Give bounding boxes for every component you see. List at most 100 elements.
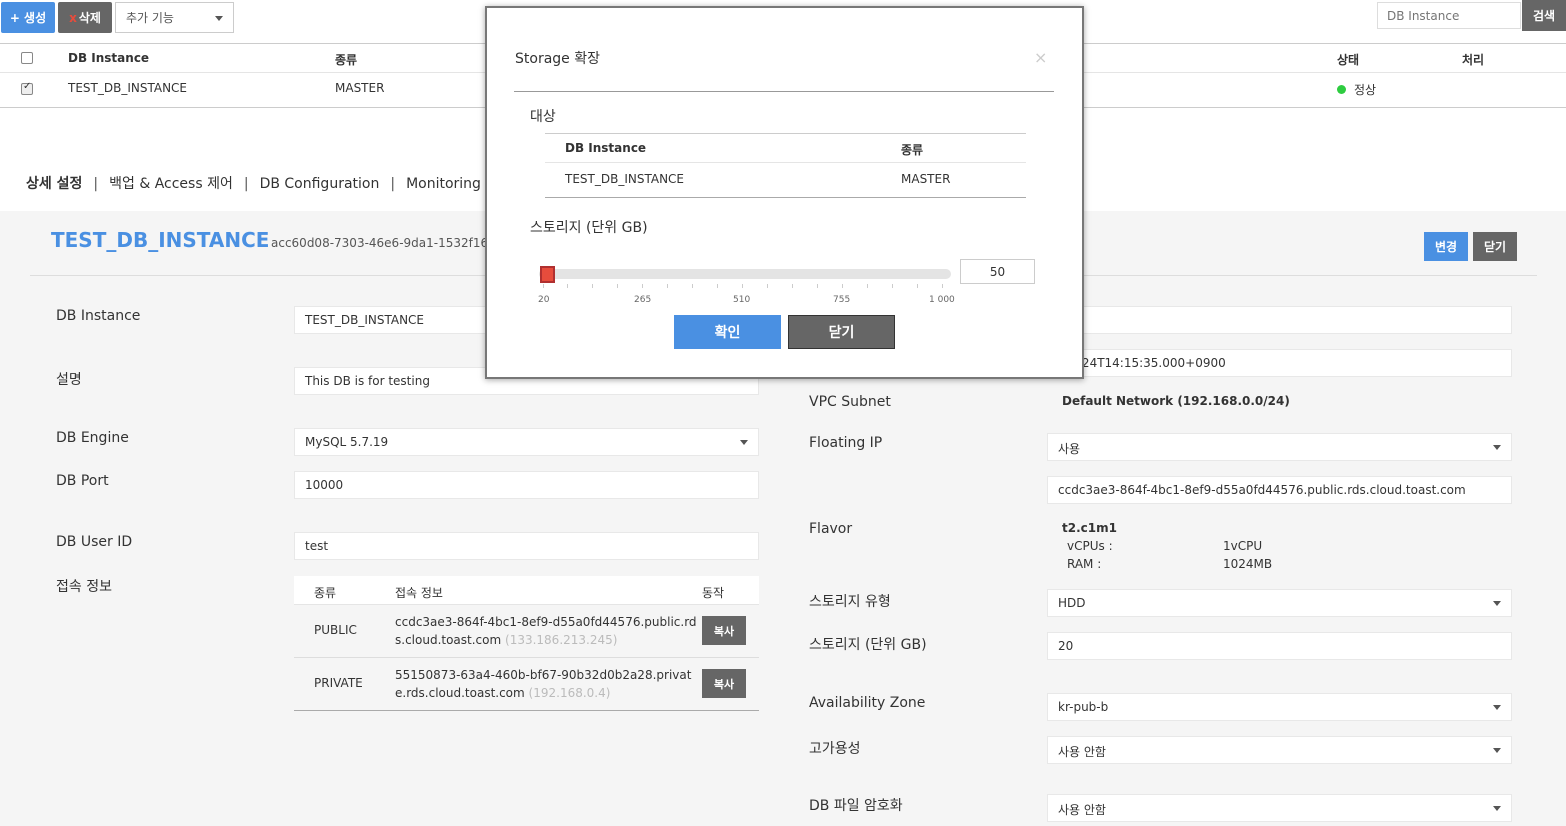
chevron-down-icon <box>1493 806 1501 811</box>
description-label: 설명 <box>56 372 82 388</box>
vpc-subnet-value: Default Network (192.168.0.0/24) <box>1062 394 1290 408</box>
conn-host: ccdc3ae3-864f-4bc1-8ef9-d55a0fd44576.pub… <box>395 613 697 649</box>
connection-table: 종류 접속 정보 동작 PUBLIC ccdc3ae3-864f-4bc1-8e… <box>294 576 759 711</box>
conn-type: PRIVATE <box>314 676 363 690</box>
row-name: TEST_DB_INSTANCE <box>68 81 188 95</box>
floating-ip-select[interactable]: 사용 <box>1047 433 1512 461</box>
slider-tick-label: 755 <box>833 295 851 305</box>
change-button[interactable]: 변경 <box>1424 232 1468 261</box>
tab-monitoring[interactable]: Monitoring <box>406 176 481 192</box>
tab-separator: | <box>243 176 249 192</box>
chevron-down-icon <box>1493 445 1501 450</box>
slider-tick <box>842 284 843 288</box>
slider-tick-label: 265 <box>634 295 652 305</box>
conn-header-type: 종류 <box>314 586 337 600</box>
row-checkbox[interactable] <box>21 81 33 95</box>
copy-button[interactable]: 복사 <box>702 616 746 645</box>
db-port-label: DB Port <box>56 473 109 489</box>
close-icon[interactable]: × <box>1034 48 1047 67</box>
tab-separator: | <box>93 176 99 192</box>
db-engine-value: MySQL 5.7.19 <box>305 435 389 449</box>
db-port-field[interactable]: 10000 <box>294 471 759 499</box>
tab-detail-settings[interactable]: 상세 설정 <box>26 173 82 193</box>
modal-close-button[interactable]: 닫기 <box>788 315 895 349</box>
db-instance-label: DB Instance <box>56 308 141 324</box>
conn-header-action: 동작 <box>702 586 725 600</box>
chevron-down-icon <box>215 16 223 21</box>
search-button[interactable]: 검색 <box>1522 0 1566 31</box>
instance-title: TEST_DB_INSTANCE <box>51 228 270 252</box>
modal-target-label: 대상 <box>530 109 556 125</box>
flavor-ram-label: RAM : <box>1067 557 1102 571</box>
db-engine-select[interactable]: MySQL 5.7.19 <box>294 428 759 456</box>
chevron-down-icon <box>1493 705 1501 710</box>
delete-button[interactable]: x 삭제 <box>58 2 112 33</box>
conn-host-line2: e.rds.cloud.toast.com <box>395 686 525 700</box>
modal-header-name: DB Instance <box>565 141 647 155</box>
extra-functions-label: 추가 기능 <box>126 11 174 25</box>
slider-tick <box>867 284 868 288</box>
floating-ip-label: Floating IP <box>809 435 883 451</box>
row-status: 정상 <box>1337 81 1376 98</box>
high-availability-label: 고가용성 <box>809 741 861 757</box>
tab-db-configuration[interactable]: DB Configuration <box>260 176 380 192</box>
slider-tick <box>792 284 793 288</box>
flavor-name: t2.c1m1 <box>1062 521 1117 535</box>
chevron-down-icon <box>1493 601 1501 606</box>
slider-tick <box>617 284 618 288</box>
flavor-ram-value: 1024MB <box>1223 557 1273 571</box>
db-user-id-field[interactable]: test <box>294 532 759 560</box>
slider-tick <box>667 284 668 288</box>
slider-tick <box>642 284 643 288</box>
copy-button[interactable]: 복사 <box>702 669 746 698</box>
connection-info-label: 접속 정보 <box>56 579 112 595</box>
file-encryption-select[interactable]: 사용 안함 <box>1047 794 1512 822</box>
availability-zone-select[interactable]: kr-pub-b <box>1047 693 1512 721</box>
tab-backup-access[interactable]: 백업 & Access 제어 <box>109 173 233 193</box>
storage-slider-handle[interactable] <box>540 266 555 283</box>
modal-row-type: MASTER <box>901 172 951 186</box>
confirm-button[interactable]: 확인 <box>674 315 781 349</box>
select-all-checkbox[interactable] <box>21 52 33 64</box>
slider-tick-label: 1 000 <box>929 295 955 305</box>
list-header-action: 처리 <box>1462 53 1485 67</box>
created-at-field: -09-24T14:15:35.000+0900 <box>1047 349 1512 377</box>
flavor-label: Flavor <box>809 521 853 537</box>
close-detail-button[interactable]: 닫기 <box>1473 232 1517 261</box>
table-row: PRIVATE 55150873-63a4-460b-bf67-90b32d0b… <box>294 658 759 711</box>
slider-tick <box>942 284 943 288</box>
storage-size-label: 스토리지 (단위 GB) <box>809 637 927 653</box>
connection-table-header: 종류 접속 정보 동작 <box>294 576 759 605</box>
chevron-down-icon <box>1493 748 1501 753</box>
conn-header-info: 접속 정보 <box>395 586 443 600</box>
storage-slider-track[interactable] <box>539 269 951 279</box>
slider-tick <box>817 284 818 288</box>
storage-size-input[interactable]: 50 <box>960 259 1035 284</box>
type-field[interactable]: TER <box>1047 306 1512 334</box>
search-input[interactable] <box>1377 2 1521 29</box>
row-type: MASTER <box>335 81 385 95</box>
storage-type-label: 스토리지 유형 <box>809 594 891 610</box>
storage-size-field[interactable]: 20 <box>1047 632 1512 660</box>
db-user-id-label: DB User ID <box>56 534 133 550</box>
file-encryption-value: 사용 안함 <box>1058 803 1106 817</box>
instance-id: acc60d08-7303-46e6-9da1-1532f16 <box>271 236 489 250</box>
storage-type-select[interactable]: HDD <box>1047 589 1512 617</box>
floating-ip-value: 사용 <box>1058 442 1081 456</box>
availability-zone-value: kr-pub-b <box>1058 700 1109 714</box>
create-button[interactable]: + 생성 <box>1 2 55 33</box>
slider-tick <box>692 284 693 288</box>
floating-ip-domain-field: ccdc3ae3-864f-4bc1-8ef9-d55a0fd44576.pub… <box>1047 476 1512 504</box>
tab-separator: | <box>390 176 396 192</box>
modal-storage-label: 스토리지 (단위 GB) <box>530 220 648 236</box>
flavor-vcpu-label: vCPUs : <box>1067 539 1113 553</box>
conn-ip: (133.186.213.245) <box>505 633 618 647</box>
conn-host-line1: 55150873-63a4-460b-bf67-90b32d0b2a28.pri… <box>395 668 692 682</box>
status-ok-icon <box>1337 85 1346 94</box>
db-engine-label: DB Engine <box>56 430 129 446</box>
conn-host-line1: ccdc3ae3-864f-4bc1-8ef9-d55a0fd44576.pub… <box>395 615 697 629</box>
slider-tick-label: 20 <box>538 295 550 305</box>
extra-functions-select[interactable]: 추가 기능 <box>115 2 234 33</box>
list-header-status: 상태 <box>1337 53 1360 67</box>
high-availability-select[interactable]: 사용 안함 <box>1047 736 1512 764</box>
